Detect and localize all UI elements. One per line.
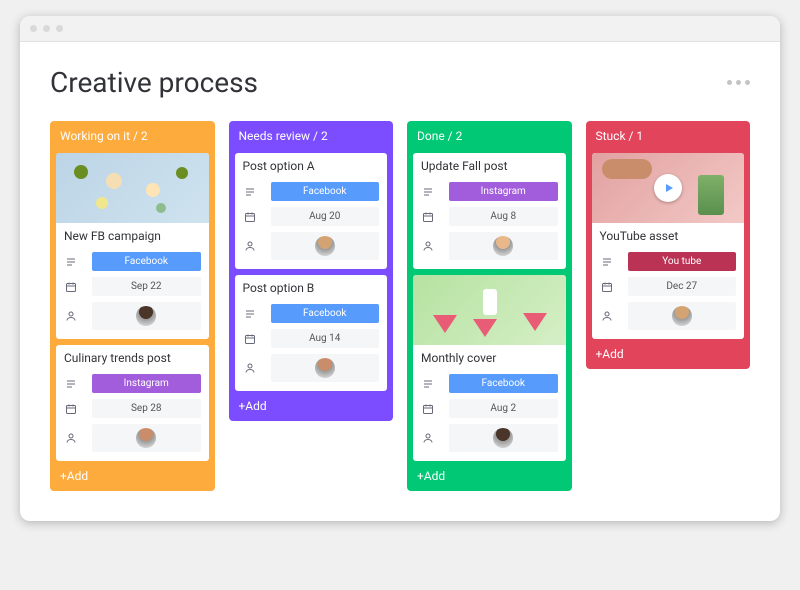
traffic-light-min[interactable] — [43, 25, 50, 32]
date-chip[interactable]: Aug 14 — [271, 329, 380, 348]
assignee-avatar[interactable] — [449, 424, 558, 452]
person-icon — [421, 239, 435, 253]
page-title: Creative process — [50, 66, 258, 99]
app-window: Creative process Working on it / 2 New FB… — [20, 16, 780, 521]
date-chip[interactable]: Sep 28 — [92, 399, 201, 418]
date-chip[interactable]: Aug 2 — [449, 399, 558, 418]
content-area: Creative process Working on it / 2 New FB… — [20, 42, 780, 521]
column-header[interactable]: Needs review / 2 — [235, 127, 388, 147]
add-card-button[interactable]: +Add — [413, 467, 566, 485]
card[interactable]: New FB campaign Facebook Sep 22 — [56, 153, 209, 339]
card-title: Post option A — [235, 153, 388, 179]
lines-icon — [243, 185, 257, 199]
card[interactable]: Post option A Facebook Aug 20 — [235, 153, 388, 269]
column-stuck: Stuck / 1 YouTube asset You tube Dec 27 +Add — [586, 121, 751, 369]
lines-icon — [243, 307, 257, 321]
platform-tag[interactable]: Instagram — [92, 374, 201, 393]
date-chip[interactable]: Sep 22 — [92, 277, 201, 296]
card[interactable]: Post option B Facebook Aug 14 — [235, 275, 388, 391]
header-row: Creative process — [50, 66, 750, 99]
card[interactable]: Update Fall post Instagram Aug 8 — [413, 153, 566, 269]
assignee-avatar[interactable] — [271, 232, 380, 260]
column-header[interactable]: Stuck / 1 — [592, 127, 745, 147]
person-icon — [421, 431, 435, 445]
calendar-icon — [421, 210, 435, 224]
date-chip[interactable]: Aug 8 — [449, 207, 558, 226]
traffic-light-max[interactable] — [56, 25, 63, 32]
calendar-icon — [64, 280, 78, 294]
assignee-avatar[interactable] — [92, 302, 201, 330]
lines-icon — [64, 255, 78, 269]
card-title: Post option B — [235, 275, 388, 301]
card-thumbnail[interactable] — [592, 153, 745, 223]
platform-tag[interactable]: Facebook — [271, 304, 380, 323]
person-icon — [64, 309, 78, 323]
platform-tag[interactable]: You tube — [628, 252, 737, 271]
card[interactable]: YouTube asset You tube Dec 27 — [592, 153, 745, 339]
person-icon — [600, 309, 614, 323]
add-card-button[interactable]: +Add — [56, 467, 209, 485]
person-icon — [64, 431, 78, 445]
lines-icon — [421, 185, 435, 199]
column-working: Working on it / 2 New FB campaign Facebook… — [50, 121, 215, 491]
platform-tag[interactable]: Facebook — [92, 252, 201, 271]
card-title: Culinary trends post — [56, 345, 209, 371]
card-title: Update Fall post — [413, 153, 566, 179]
card[interactable]: Culinary trends post Instagram Sep 28 — [56, 345, 209, 461]
calendar-icon — [421, 402, 435, 416]
card[interactable]: Monthly cover Facebook Aug 2 — [413, 275, 566, 461]
platform-tag[interactable]: Facebook — [449, 374, 558, 393]
platform-tag[interactable]: Facebook — [271, 182, 380, 201]
card-title: Monthly cover — [413, 345, 566, 371]
person-icon — [243, 239, 257, 253]
calendar-icon — [243, 210, 257, 224]
person-icon — [243, 361, 257, 375]
assignee-avatar[interactable] — [449, 232, 558, 260]
add-card-button[interactable]: +Add — [235, 397, 388, 415]
card-title: YouTube asset — [592, 223, 745, 249]
column-header[interactable]: Working on it / 2 — [56, 127, 209, 147]
date-chip[interactable]: Aug 20 — [271, 207, 380, 226]
add-card-button[interactable]: +Add — [592, 345, 745, 363]
card-thumbnail — [56, 153, 209, 223]
assignee-avatar[interactable] — [271, 354, 380, 382]
column-done: Done / 2 Update Fall post Instagram Aug 8 Mo… — [407, 121, 572, 491]
column-review: Needs review / 2 Post option A Facebook Aug… — [229, 121, 394, 421]
traffic-light-close[interactable] — [30, 25, 37, 32]
lines-icon — [600, 255, 614, 269]
lines-icon — [421, 377, 435, 391]
card-thumbnail — [413, 275, 566, 345]
calendar-icon — [243, 332, 257, 346]
calendar-icon — [64, 402, 78, 416]
platform-tag[interactable]: Instagram — [449, 182, 558, 201]
column-header[interactable]: Done / 2 — [413, 127, 566, 147]
lines-icon — [64, 377, 78, 391]
window-titlebar — [20, 16, 780, 42]
assignee-avatar[interactable] — [628, 302, 737, 330]
card-title: New FB campaign — [56, 223, 209, 249]
kanban-board: Working on it / 2 New FB campaign Facebook… — [50, 121, 750, 491]
more-menu-icon[interactable] — [727, 80, 750, 85]
play-icon[interactable] — [654, 174, 682, 202]
date-chip[interactable]: Dec 27 — [628, 277, 737, 296]
calendar-icon — [600, 280, 614, 294]
assignee-avatar[interactable] — [92, 424, 201, 452]
